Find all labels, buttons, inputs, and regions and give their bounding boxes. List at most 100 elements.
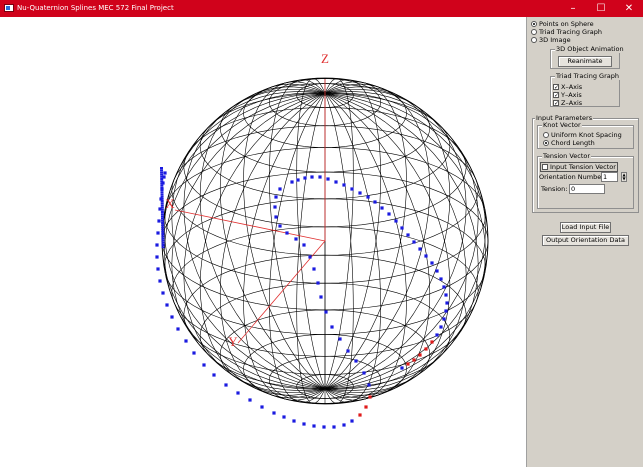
spline-point (364, 405, 368, 409)
spline-point (439, 325, 443, 329)
spline-point (160, 193, 164, 196)
spline-point (292, 419, 296, 423)
radio-3d-image[interactable]: 3D Image (531, 36, 571, 44)
spline-point (160, 200, 164, 202)
check-icon: ✓ (553, 84, 560, 91)
spline-point (273, 205, 277, 209)
spline-point (430, 340, 434, 344)
spline-point (442, 317, 446, 321)
radio-chord-length[interactable]: Chord Length (543, 139, 595, 147)
spline-point (161, 219, 165, 222)
checkbox-x-axis[interactable]: ✓ X–Axis (553, 83, 582, 91)
spline-point (161, 228, 165, 231)
spline-point (160, 169, 164, 172)
spline-point (160, 211, 164, 213)
radio-triad-tracing-graph[interactable]: Triad Tracing Graph (531, 28, 602, 36)
spline-point (158, 279, 162, 283)
spline-point (367, 383, 371, 387)
load-input-file-button[interactable]: Load Input File (560, 222, 611, 233)
spline-point (160, 175, 164, 178)
spline-point (290, 180, 294, 184)
spline-point (400, 226, 404, 230)
radio-icon (531, 29, 537, 35)
maximize-button[interactable]: ☐ (587, 0, 615, 17)
spline-point (312, 267, 316, 271)
checkbox-z-axis[interactable]: ✓ Z–Axis (553, 99, 582, 107)
spline-point (260, 405, 264, 409)
spline-point (406, 362, 410, 366)
spline-point (160, 180, 164, 183)
tension-field[interactable]: 0 (569, 184, 605, 194)
spline-point (248, 398, 252, 402)
spline-point (161, 233, 165, 235)
spline-point (160, 173, 164, 176)
spline-point (160, 189, 164, 191)
spline-point (224, 383, 228, 387)
group-title: Knot Vector (542, 121, 582, 129)
longitude-line (164, 93, 326, 390)
spline-point (346, 349, 350, 353)
spline-point (442, 285, 446, 289)
spline-point (160, 184, 164, 187)
radio-label: Uniform Knot Spacing (551, 131, 622, 139)
radio-points-on-sphere[interactable]: Points on Sphere (531, 20, 594, 28)
spline-point (424, 254, 428, 258)
spline-point (342, 423, 346, 427)
minimize-button[interactable]: – (559, 0, 587, 17)
checkbox-y-axis[interactable]: ✓ Y–Axis (553, 91, 582, 99)
check-icon: ✓ (553, 92, 560, 99)
spline-point (387, 212, 391, 216)
spline-point (285, 231, 289, 235)
spline-point (160, 167, 163, 169)
reanimate-button[interactable]: Reanimate (558, 56, 612, 67)
spline-point (296, 178, 300, 182)
longitude-line (324, 93, 486, 390)
radio-label: Triad Tracing Graph (539, 28, 602, 36)
spline-point (302, 243, 306, 247)
spline-point (160, 182, 164, 185)
spline-point (418, 247, 422, 251)
spline-point (278, 187, 282, 191)
checkbox-label: X–Axis (561, 83, 583, 91)
spline-point (160, 206, 164, 209)
spline-point (165, 303, 169, 307)
checkbox-label: Z–Axis (561, 99, 583, 107)
spline-point (160, 208, 164, 211)
spline-point (380, 206, 384, 210)
spline-point (424, 347, 428, 351)
radio-icon (543, 140, 549, 146)
spline-point (358, 413, 362, 417)
spline-point (430, 261, 434, 265)
orientation-spinner[interactable]: ▲ ▼ (621, 172, 627, 182)
spline-point (236, 391, 240, 395)
spline-point (412, 240, 416, 244)
output-orientation-data-button[interactable]: Output Orientation Data (542, 235, 629, 246)
spline-point (308, 255, 312, 259)
spline-point (318, 175, 322, 179)
spline-point (324, 310, 328, 314)
radio-uniform-knot-spacing[interactable]: Uniform Knot Spacing (543, 131, 622, 139)
spline-point (394, 219, 398, 223)
spline-point (160, 213, 164, 216)
spline-point (312, 424, 316, 428)
spline-point (366, 195, 370, 199)
spline-point (192, 351, 196, 355)
spline-point (330, 325, 334, 329)
orientation-number-field[interactable]: 1 (601, 172, 618, 182)
sphere-canvas[interactable]: Z X Y (0, 17, 526, 467)
spline-point (161, 230, 165, 233)
spline-point (176, 327, 180, 331)
spline-point (161, 226, 165, 229)
spline-point (161, 235, 165, 238)
close-button[interactable]: ✕ (615, 0, 643, 17)
spline-point (435, 269, 439, 273)
checkbox-label: Input Tension Vector (550, 163, 616, 171)
spline-point (444, 309, 448, 313)
checkbox-input-tension-vector[interactable]: Input Tension Vector (540, 162, 618, 172)
radio-label: Points on Sphere (539, 20, 594, 28)
orientation-number-label: Orientation Number: (539, 173, 606, 181)
spline-point (155, 243, 159, 247)
spline-points (155, 167, 449, 429)
spline-point (350, 187, 354, 191)
spline-point (445, 301, 449, 305)
